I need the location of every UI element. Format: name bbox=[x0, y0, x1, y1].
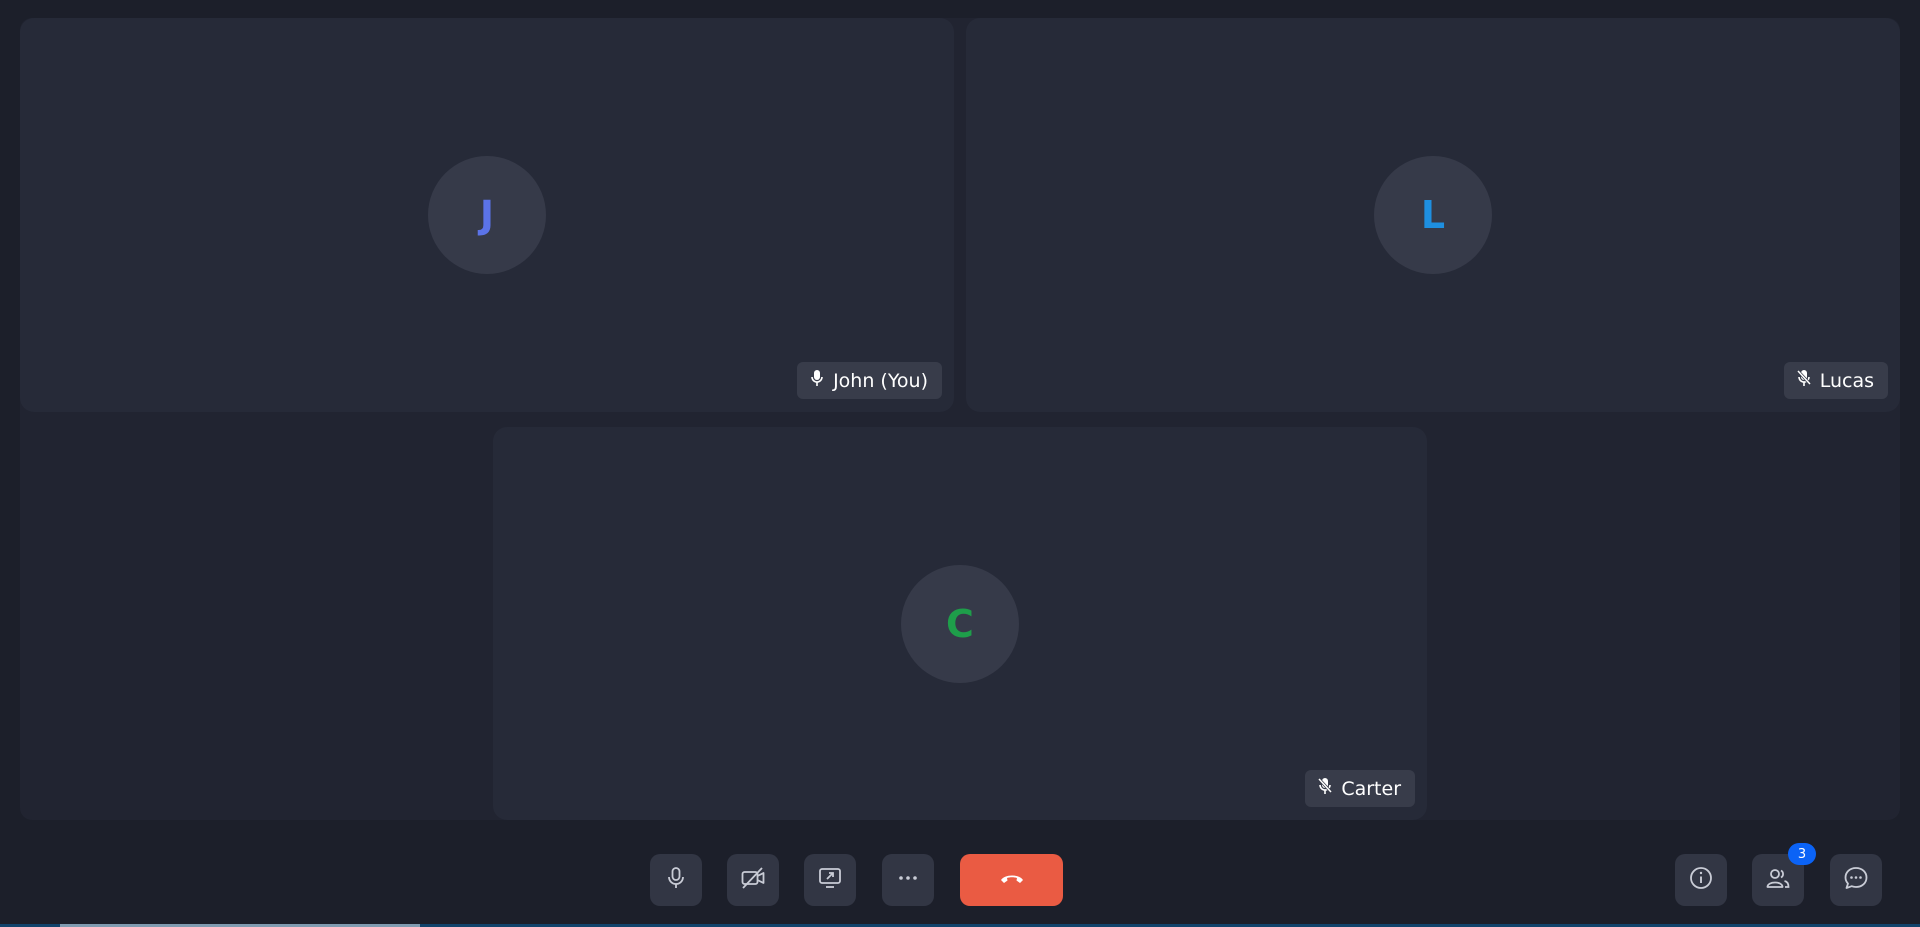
hang-up-icon bbox=[997, 865, 1027, 895]
camera-off-icon bbox=[740, 865, 766, 895]
participant-tile-carter[interactable]: C Carter bbox=[493, 427, 1427, 820]
microphone-button[interactable] bbox=[650, 854, 702, 906]
meeting-stage: J John (You) L Lucas C Carter 3 bbox=[0, 0, 1920, 927]
mic-on-icon bbox=[809, 369, 825, 392]
participant-name: Lucas bbox=[1819, 369, 1874, 392]
name-tag: John (You) bbox=[797, 362, 942, 399]
hang-up-button[interactable] bbox=[960, 854, 1063, 906]
avatar-initial: J bbox=[479, 193, 495, 237]
chat-button[interactable] bbox=[1830, 854, 1882, 906]
avatar: L bbox=[1374, 156, 1492, 274]
name-tag: Carter bbox=[1305, 770, 1415, 807]
chat-icon bbox=[1843, 865, 1869, 895]
name-tag: Lucas bbox=[1783, 362, 1888, 399]
more-options-icon bbox=[895, 865, 921, 895]
participant-name: John (You) bbox=[833, 369, 928, 392]
share-screen-button[interactable] bbox=[804, 854, 856, 906]
mic-off-icon bbox=[1317, 777, 1333, 800]
participant-name: Carter bbox=[1341, 777, 1401, 800]
participant-tile-john[interactable]: J John (You) bbox=[20, 18, 954, 412]
avatar: C bbox=[901, 564, 1019, 683]
avatar: J bbox=[428, 156, 546, 274]
meeting-info-button[interactable] bbox=[1675, 854, 1727, 906]
screen-share-icon bbox=[817, 865, 843, 895]
participants-button[interactable]: 3 bbox=[1752, 843, 1816, 906]
avatar-initial: L bbox=[1420, 193, 1446, 237]
participant-count-badge: 3 bbox=[1788, 843, 1816, 865]
participant-tile-lucas[interactable]: L Lucas bbox=[966, 18, 1900, 412]
camera-button[interactable] bbox=[727, 854, 779, 906]
participants-icon bbox=[1765, 865, 1791, 895]
avatar-initial: C bbox=[946, 601, 974, 646]
microphone-icon bbox=[663, 865, 689, 895]
info-icon bbox=[1688, 865, 1714, 895]
mic-off-icon bbox=[1796, 369, 1812, 392]
more-options-button[interactable] bbox=[882, 854, 934, 906]
